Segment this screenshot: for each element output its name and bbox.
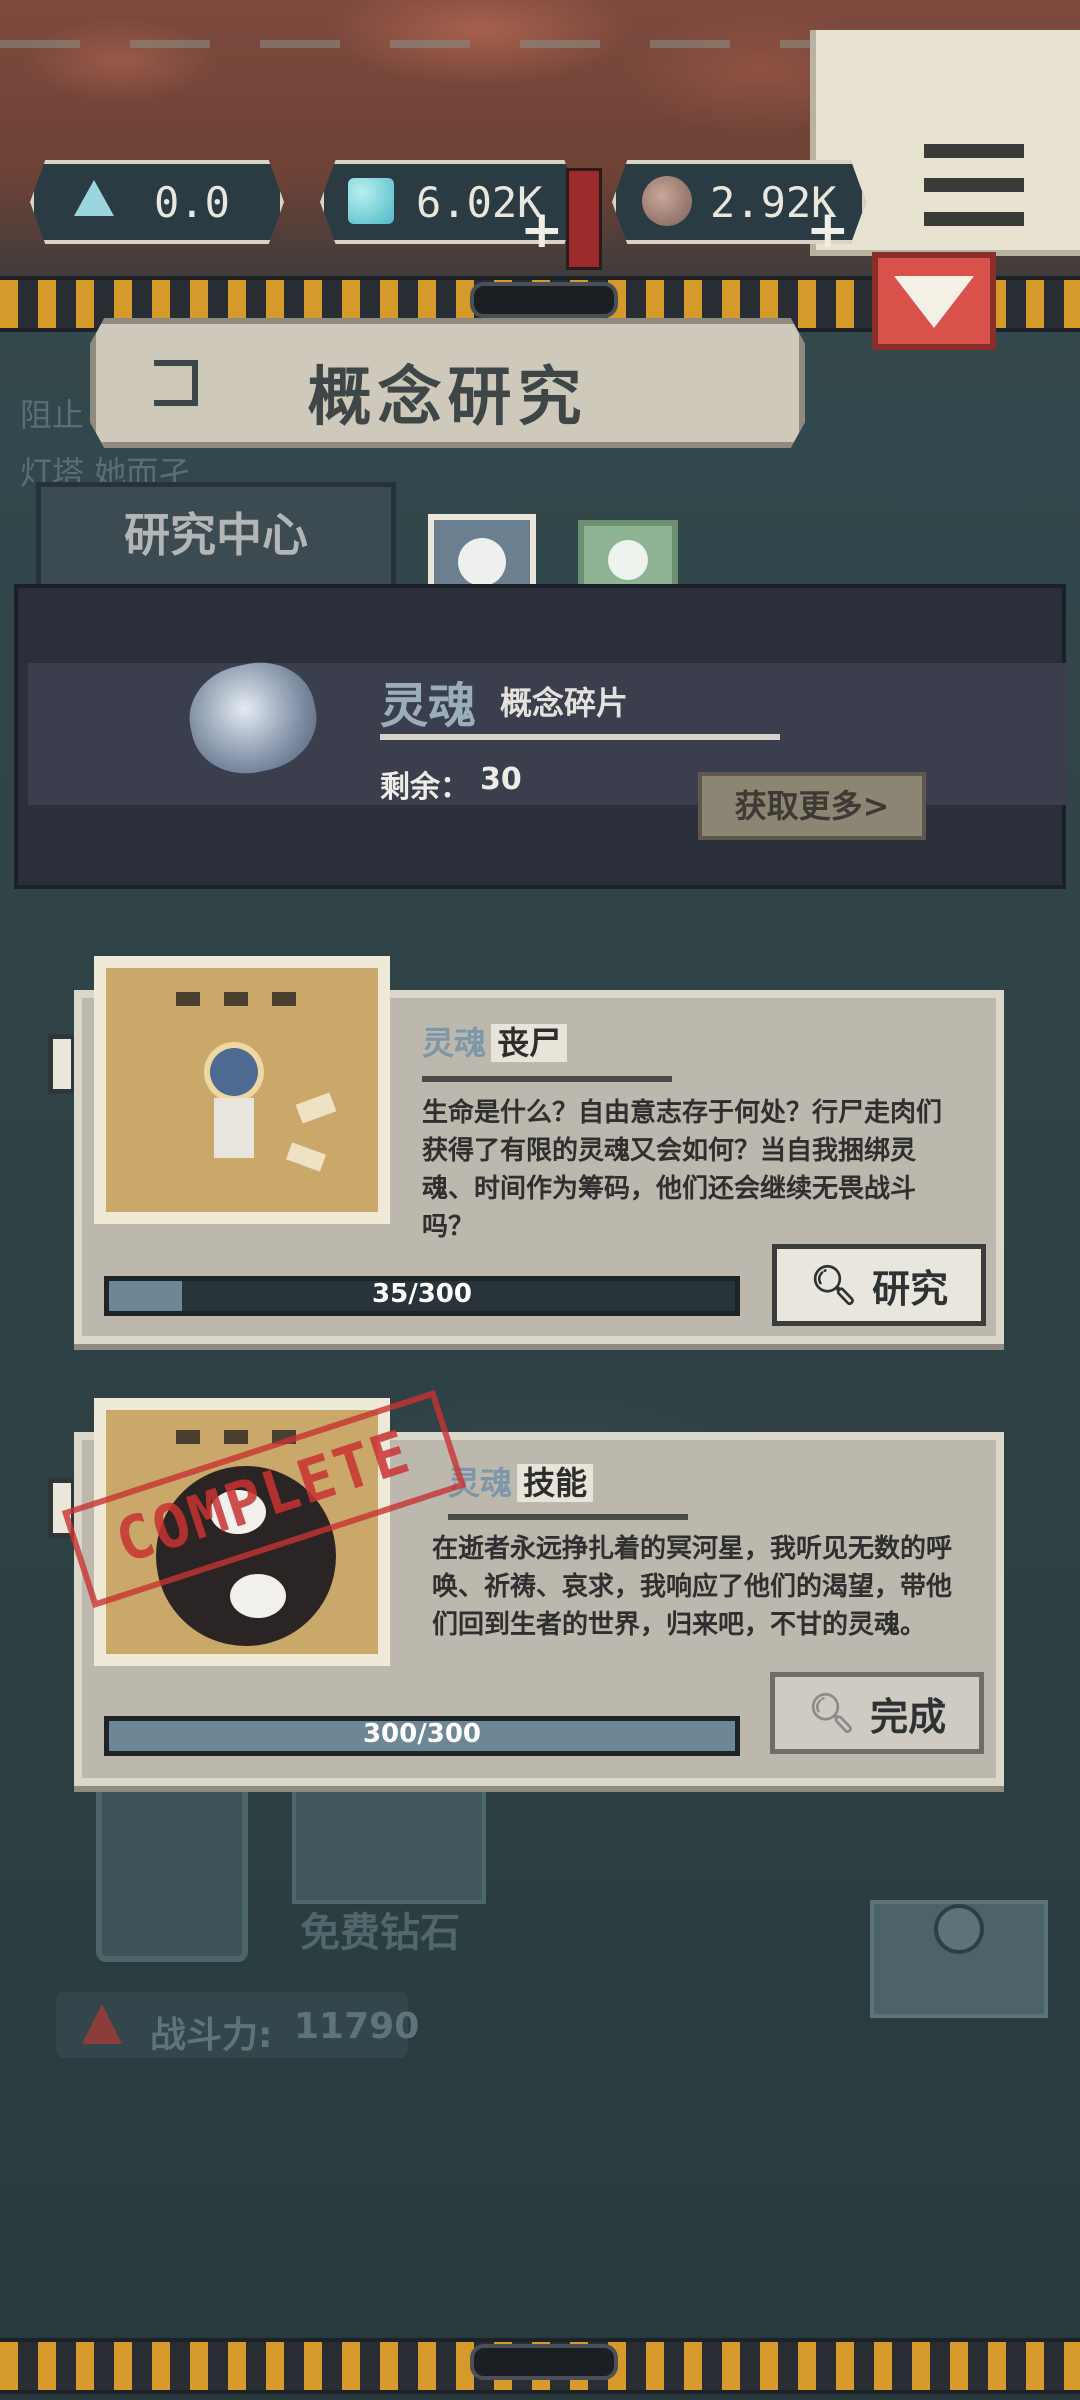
card-description: 生命是什么？自由意志存于何处？行尸走肉们获得了有限的灵魂又会如何？当自我捆绑灵魂… (422, 1098, 943, 1242)
power-value: 11790 (294, 2006, 420, 2047)
red-figure-icon (566, 168, 602, 270)
portrait-tape (176, 992, 320, 1006)
stripe-handle (470, 282, 618, 318)
collapse-button[interactable] (872, 252, 996, 350)
free-diamond-label: 免费钻石 (300, 1910, 460, 1956)
card-header: 灵魂 技能 (448, 1458, 594, 1504)
crystal-value: 0.0 (154, 177, 230, 227)
get-more-button[interactable]: 获取更多> (698, 772, 926, 840)
card-name: 丧尸 (491, 1024, 568, 1062)
complete-button-label: 完成 (870, 1694, 947, 1739)
ore-icon (642, 176, 692, 226)
card-description: 在逝者永远挣扎着的冥河星，我听见无数的呼唤、祈祷、哀求，我响应了他们的渴望，带他… (432, 1534, 953, 1640)
chevron-down-icon (894, 276, 974, 328)
page-title: 概念研究 (307, 361, 588, 435)
progress-bar: 300/300 (104, 1716, 740, 1756)
card-header: 灵魂 丧尸 (422, 1018, 568, 1064)
apple-icon (608, 540, 648, 580)
exit-icon[interactable] (154, 360, 198, 406)
card-divider (422, 1076, 672, 1082)
fragment-name: 灵魂 (380, 678, 477, 734)
fragment-subtitle: 概念碎片 (500, 684, 629, 722)
zombie-head-icon (210, 1048, 258, 1096)
search-icon: 🔍︎ (807, 1690, 857, 1735)
stripe-handle (470, 2344, 618, 2380)
card-category: 灵魂 (422, 1024, 487, 1062)
crystal-icon (74, 180, 114, 216)
tab-research-center[interactable]: 研究中心 (36, 482, 396, 592)
card-divider (448, 1514, 688, 1520)
map-pin-icon (934, 1904, 984, 1954)
zombie-portrait (94, 956, 390, 1224)
remain-value: 30 (480, 762, 522, 797)
card-side-tab (48, 1034, 76, 1094)
progress-text: 35/300 (372, 1279, 472, 1309)
bg-slot-panel (96, 1760, 248, 1962)
bone-icon (295, 1092, 337, 1124)
zombie-body-icon (214, 1098, 254, 1158)
ghost-icon (230, 1574, 286, 1618)
gem-icon (348, 178, 394, 224)
crystal-currency: 0.0 (30, 160, 284, 244)
progress-bar: 35/300 (104, 1276, 740, 1316)
fragment-divider (380, 734, 780, 740)
bg-video-thumb (292, 1780, 486, 1904)
complete-button[interactable]: 🔍︎ 完成 (770, 1672, 984, 1754)
hamburger-menu-icon[interactable] (924, 144, 1024, 226)
search-icon: 🔍︎ (809, 1262, 859, 1307)
research-button-label: 研究 (872, 1266, 949, 1311)
remain-label: 剩余： (380, 770, 470, 805)
progress-text: 300/300 (362, 1719, 482, 1749)
card-name: 技能 (517, 1464, 594, 1502)
power-label: 战斗力: (150, 2015, 273, 2056)
add-ore-button[interactable]: + (806, 200, 850, 260)
research-button[interactable]: 🔍︎ 研究 (772, 1244, 986, 1326)
bone-icon (286, 1142, 326, 1172)
title-banner: 概念研究 (90, 318, 805, 448)
add-gems-button[interactable]: + (520, 200, 564, 260)
soul-icon (458, 538, 506, 586)
bg-side-text: 阻止 (20, 396, 85, 434)
